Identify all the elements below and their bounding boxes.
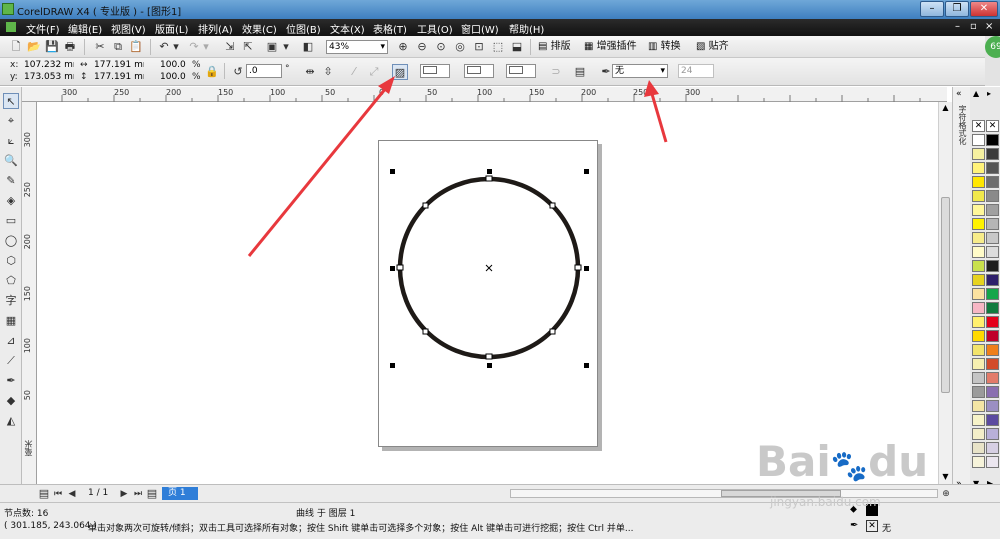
page-tab[interactable]: 页 1 xyxy=(162,487,198,500)
color-swatch[interactable] xyxy=(986,386,999,398)
color-swatch[interactable] xyxy=(986,344,999,356)
color-swatch[interactable] xyxy=(986,134,999,146)
page-add-after-icon[interactable]: ▤ xyxy=(144,486,160,502)
color-swatch[interactable] xyxy=(986,428,999,440)
color-swatch[interactable] xyxy=(972,134,985,146)
arrow-right xyxy=(644,80,668,143)
color-swatch[interactable] xyxy=(986,204,999,216)
color-swatch[interactable] xyxy=(972,260,985,272)
docker-tab-format[interactable]: 字符格式化 xyxy=(957,105,968,185)
color-swatch[interactable] xyxy=(972,288,985,300)
node-count: 节点数: 16 xyxy=(4,509,49,519)
color-swatch[interactable] xyxy=(972,428,985,440)
color-swatch[interactable] xyxy=(986,274,999,286)
color-swatch[interactable] xyxy=(986,246,999,258)
swatch-none[interactable]: ✕ xyxy=(972,120,985,132)
color-swatch[interactable] xyxy=(972,218,985,230)
prev-page-icon[interactable]: ◀ xyxy=(64,486,80,502)
color-swatch[interactable] xyxy=(986,218,999,230)
color-swatch[interactable] xyxy=(972,190,985,202)
color-swatch[interactable] xyxy=(972,274,985,286)
color-swatch[interactable] xyxy=(972,162,985,174)
color-swatch[interactable] xyxy=(972,344,985,356)
status-bar: 节点数: 16 曲线 于 图层 1 ( 301.185, 243.064 ) 单… xyxy=(0,495,1000,539)
status-hint: 单击对象两次可旋转/倾斜；双击工具可选择所有对象；按住 Shift 键单击可选择… xyxy=(88,524,634,534)
swatch-none-2[interactable]: ✕ xyxy=(986,120,999,132)
color-swatch[interactable] xyxy=(986,400,999,412)
color-swatch[interactable] xyxy=(972,386,985,398)
color-swatch[interactable] xyxy=(972,330,985,342)
color-swatch[interactable] xyxy=(986,148,999,160)
color-swatch[interactable] xyxy=(972,358,985,370)
outline-none-swatch[interactable]: ✕ xyxy=(866,520,878,532)
annotation-arrows xyxy=(247,76,668,257)
color-swatch[interactable] xyxy=(986,302,999,314)
page-counter: 1 / 1 xyxy=(88,488,109,498)
color-swatch[interactable] xyxy=(986,260,999,272)
color-swatch[interactable] xyxy=(986,288,999,300)
color-swatch[interactable] xyxy=(972,148,985,160)
color-swatch[interactable] xyxy=(972,232,985,244)
color-swatch[interactable] xyxy=(986,358,999,370)
color-swatch[interactable] xyxy=(986,442,999,454)
color-swatch[interactable] xyxy=(986,316,999,328)
docker-collapse-icon[interactable]: « xyxy=(956,89,962,99)
scroll-up-icon[interactable]: ▲ xyxy=(940,103,951,114)
watermark-url: jingyan.baidu.com xyxy=(770,495,881,509)
color-swatch[interactable] xyxy=(972,400,985,412)
color-swatch[interactable] xyxy=(972,442,985,454)
scroll-thumb[interactable] xyxy=(941,197,950,393)
navigator-zoom-icon[interactable]: ⊕ xyxy=(938,486,954,502)
color-palette: ▲ ▸ ✕ ✕ ▼ ▶ xyxy=(970,87,1000,497)
color-swatch[interactable] xyxy=(986,190,999,202)
object-info: 曲线 于 图层 1 xyxy=(296,509,356,519)
outline-indicator-icon: ✒ xyxy=(850,520,859,531)
palette-up-icon[interactable]: ▲ xyxy=(973,89,979,98)
color-swatch[interactable] xyxy=(986,414,999,426)
scroll-down-icon[interactable]: ▼ xyxy=(940,472,951,483)
color-swatch[interactable] xyxy=(986,456,999,468)
docker-panel: « 字符格式化 » xyxy=(952,87,970,497)
color-swatch[interactable] xyxy=(972,456,985,468)
arrow-left xyxy=(247,76,395,257)
cursor-coords: ( 301.185, 243.064 ) xyxy=(4,521,97,531)
color-swatch[interactable] xyxy=(986,162,999,174)
color-swatch[interactable] xyxy=(972,414,985,426)
palette-menu-icon[interactable]: ▸ xyxy=(987,89,991,98)
color-swatch[interactable] xyxy=(972,246,985,258)
color-swatch[interactable] xyxy=(972,372,985,384)
color-swatch[interactable] xyxy=(972,204,985,216)
color-swatch[interactable] xyxy=(972,302,985,314)
outline-none-label: 无 xyxy=(882,524,892,534)
color-swatch[interactable] xyxy=(986,372,999,384)
vertical-scrollbar[interactable]: ▲ ▼ xyxy=(938,102,952,484)
color-swatch[interactable] xyxy=(986,330,999,342)
color-swatch[interactable] xyxy=(972,316,985,328)
color-swatch[interactable] xyxy=(972,176,985,188)
color-swatch[interactable] xyxy=(986,232,999,244)
color-swatch[interactable] xyxy=(986,176,999,188)
